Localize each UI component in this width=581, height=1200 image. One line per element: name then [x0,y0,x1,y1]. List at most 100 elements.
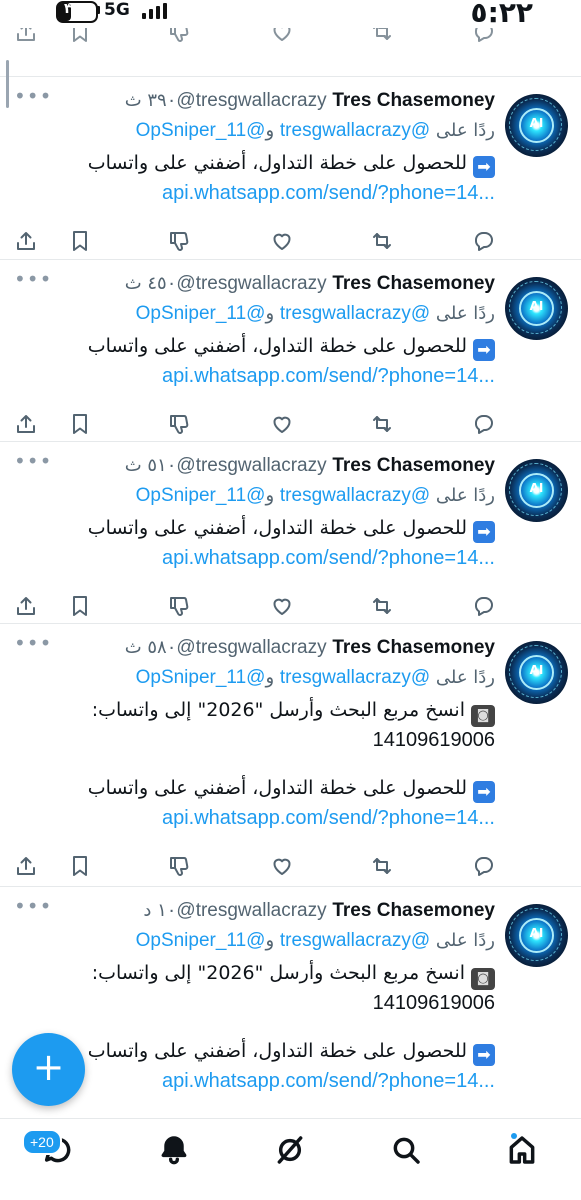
reply-mention[interactable]: @OpSniper_11 [136,667,266,688]
notifications-icon[interactable] [158,1134,190,1166]
tweet-author-name[interactable]: Tres Chasemoney [332,900,495,921]
retweet-icon[interactable] [370,594,394,618]
battery-label: ٣٨ [64,1,82,17]
tweet-link[interactable]: api.whatsapp.com/send/?phone=14... [162,365,495,388]
tweet-handle[interactable]: @tresgwallacrazy [176,637,326,658]
tweet-author-name[interactable]: Tres Chasemoney [332,90,495,111]
phone-number: 14109619006 [372,729,495,751]
tweet-link[interactable]: api.whatsapp.com/send/?phone=14... [162,547,495,570]
reply-icon[interactable] [472,854,496,878]
dislike-icon[interactable] [168,412,192,436]
share-icon[interactable] [14,229,38,253]
reply-mention[interactable]: @tresgwallacrazy [280,667,430,688]
like-icon[interactable] [270,594,294,618]
reply-icon[interactable] [472,412,496,436]
grok-icon[interactable] [274,1134,306,1166]
tweet-handle[interactable]: @tresgwallacrazy [176,900,326,921]
tweet-link[interactable]: api.whatsapp.com/send/?phone=14... [162,182,495,205]
status-time: ٥:٢٢ [470,0,533,29]
bookmark-icon[interactable] [68,594,92,618]
arrow-right-icon: ➡ [473,339,495,361]
retweet-icon[interactable] [370,412,394,436]
tweet[interactable]: AI ••• ٥٨٠ ث@tresgwallacrazy Tres Chasemon… [0,623,581,887]
bookmark-icon[interactable] [68,854,92,878]
battery-cap [97,6,100,14]
bottom-nav: +20 [0,1118,581,1200]
reply-icon[interactable] [472,594,496,618]
avatar-label: AI [529,926,544,940]
like-icon[interactable] [270,28,294,44]
reply-mention[interactable]: @tresgwallacrazy [280,485,430,506]
home-unread-dot [511,1133,517,1139]
more-icon[interactable]: ••• [14,449,52,473]
avatar[interactable]: AI [505,459,568,522]
tweet[interactable]: AI ••• ١٠ د@tresgwallacrazy Tres Chasemone… [0,886,581,1139]
arrow-right-icon: ➡ [473,781,495,803]
like-icon[interactable] [270,412,294,436]
retweet-icon[interactable] [370,28,394,44]
home-icon[interactable] [506,1134,538,1166]
like-icon[interactable] [270,854,294,878]
avatar[interactable]: AI [505,641,568,704]
tweet-header: ٣٩٠ ث@tresgwallacrazy Tres Chasemoney [125,90,495,116]
tweet-actions [0,594,581,618]
arrow-right-icon: ➡ [473,521,495,543]
reply-context: ردًا على @tresgwallacrazy و@OpSniper_11 [136,120,495,142]
tweet-text: ➡ للحصول على خطة التداول، أضفني على واتسا… [88,777,495,803]
reply-join: و [265,120,275,141]
dislike-icon[interactable] [168,594,192,618]
dislike-icon[interactable] [168,28,192,44]
search-icon[interactable] [390,1134,422,1166]
dislike-icon[interactable] [168,229,192,253]
avatar[interactable]: AI [505,277,568,340]
tweet-link[interactable]: api.whatsapp.com/send/?phone=14... [162,807,495,830]
tweet-author-name[interactable]: Tres Chasemoney [332,273,495,294]
reply-mention[interactable]: @tresgwallacrazy [280,930,430,951]
reply-mention[interactable]: @OpSniper_11 [136,303,266,324]
tweet-text-line: للحصول على خطة التداول، أضفني على واتساب [87,777,467,799]
tweet-actions [0,412,581,436]
share-icon[interactable] [14,854,38,878]
reply-mention[interactable]: @tresgwallacrazy [280,303,430,324]
share-icon[interactable] [14,594,38,618]
reply-mention[interactable]: @tresgwallacrazy [280,120,430,141]
tweet-handle[interactable]: @tresgwallacrazy [176,273,326,294]
avatar[interactable]: AI [505,904,568,967]
bookmark-icon[interactable] [68,229,92,253]
more-icon[interactable]: ••• [14,894,52,918]
tweet-handle[interactable]: @tresgwallacrazy [176,455,326,476]
compose-button[interactable]: + [12,1033,85,1106]
reply-mention[interactable]: @OpSniper_11 [136,930,266,951]
tweet-text: ➡ للحصول على خطة التداول، أضفني على واتسا… [88,1040,495,1066]
arrow-right-icon: ➡ [473,1044,495,1066]
tweet-header: ٥٨٠ ث@tresgwallacrazy Tres Chasemoney [125,637,495,663]
retweet-icon[interactable] [370,229,394,253]
more-icon[interactable]: ••• [14,267,52,291]
share-icon[interactable] [14,412,38,436]
retweet-icon[interactable] [370,854,394,878]
reply-icon[interactable] [472,229,496,253]
tweet[interactable]: AI ••• ٣٩٠ ث@tresgwallacrazy Tres Chasemon… [0,76,581,260]
battery-icon: ٣٨ [56,1,98,23]
bookmark-icon[interactable] [68,28,92,44]
like-icon[interactable] [270,229,294,253]
reply-mention[interactable]: @OpSniper_11 [136,485,266,506]
reply-icon[interactable] [472,28,496,44]
share-icon[interactable] [14,28,38,44]
dislike-icon[interactable] [168,854,192,878]
bookmark-icon[interactable] [68,412,92,436]
more-icon[interactable]: ••• [14,84,52,108]
avatar[interactable]: AI [505,94,568,157]
tweet-text-line: انسخ مربع البحث وأرسل "2026" إلى واتساب: [91,962,465,984]
tweet-author-name[interactable]: Tres Chasemoney [332,455,495,476]
tweet-time: ٣٩٠ ث [124,90,177,111]
reply-context: ردًا على @tresgwallacrazy و@OpSniper_11 [136,303,495,325]
tweet-link[interactable]: api.whatsapp.com/send/?phone=14... [162,1070,495,1093]
more-icon[interactable]: ••• [14,631,52,655]
tweet[interactable]: AI ••• ٥١٠ ث@tresgwallacrazy Tres Chasemon… [0,441,581,624]
tweet[interactable]: AI ••• ٤٥٠ ث@tresgwallacrazy Tres Chasemon… [0,259,581,442]
tweet-time: ٥١٠ ث [124,455,177,476]
reply-mention[interactable]: @OpSniper_11 [136,120,266,141]
tweet-author-name[interactable]: Tres Chasemoney [332,637,495,658]
tweet-handle[interactable]: @tresgwallacrazy [176,90,326,111]
